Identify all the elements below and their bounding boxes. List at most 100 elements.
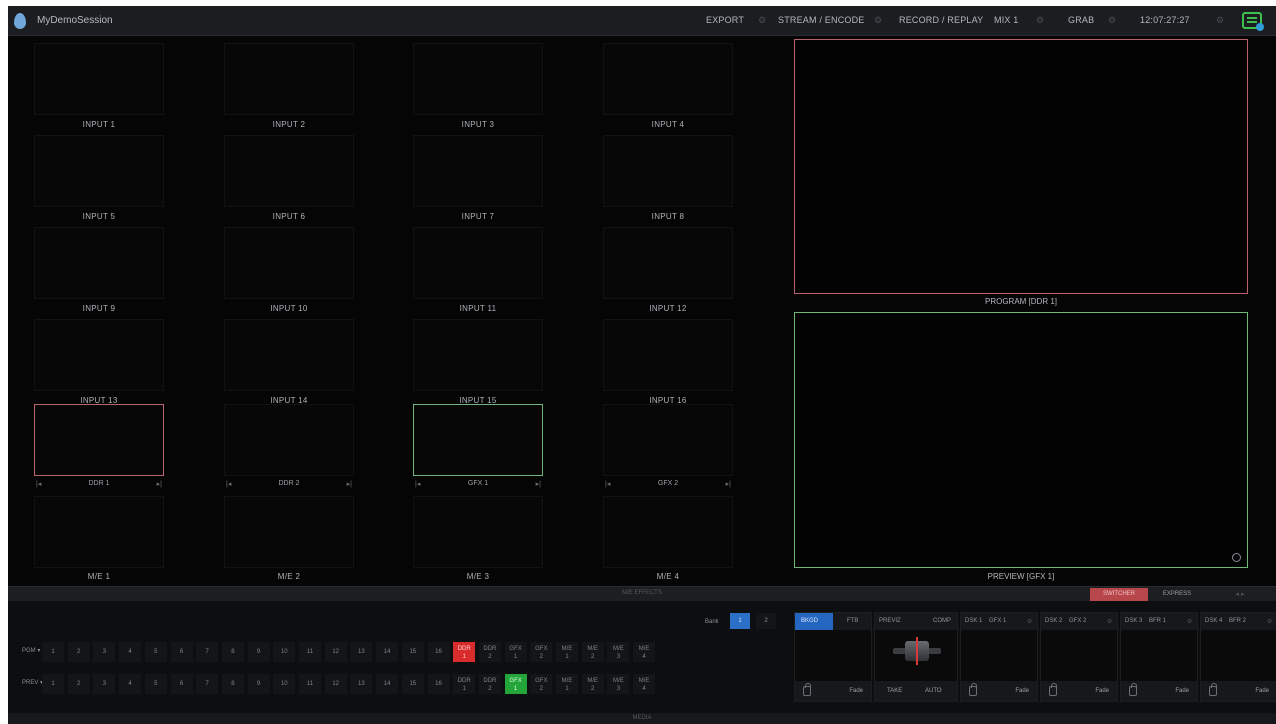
program-source-button[interactable]: M/E 2 <box>581 642 604 662</box>
me-tile[interactable] <box>603 496 733 568</box>
take-button[interactable]: TAKE <box>887 688 902 694</box>
media-player-label[interactable]: GFX 2 <box>603 480 733 487</box>
preview-monitor[interactable] <box>794 312 1248 568</box>
input-tile[interactable] <box>224 135 354 207</box>
lock-icon[interactable] <box>1049 683 1057 696</box>
preview-source-button[interactable]: M/E 1 <box>556 674 578 694</box>
media-player-label[interactable]: DDR 1 <box>34 480 164 487</box>
media-player-tile[interactable] <box>224 404 354 476</box>
dsk-config-icon[interactable]: ⚙ <box>1187 618 1192 625</box>
dsk-config-icon[interactable]: ⚙ <box>1267 618 1272 625</box>
dsk-config-icon[interactable]: ⚙ <box>1027 618 1032 625</box>
input-tile[interactable] <box>413 135 543 207</box>
input-tile[interactable] <box>603 43 733 115</box>
program-source-button[interactable]: 15 <box>401 642 424 662</box>
me-tile[interactable] <box>224 496 354 568</box>
dsk-name[interactable]: DSK 1 <box>965 618 982 624</box>
program-source-button[interactable]: 11 <box>299 642 321 662</box>
media-player-tile[interactable] <box>34 404 164 476</box>
pgm-row-label[interactable]: PGM ▾ <box>22 647 40 654</box>
preview-source-button[interactable]: M/E 2 <box>581 674 604 694</box>
program-source-button[interactable]: 5 <box>144 642 167 662</box>
tricaster-logo-icon[interactable] <box>14 13 26 29</box>
program-source-button[interactable]: DDR 1 <box>453 642 476 662</box>
tbar-slider[interactable] <box>893 637 941 665</box>
stream-config-icon[interactable]: ⚙ <box>874 15 882 26</box>
program-source-button[interactable]: M/E 1 <box>556 642 578 662</box>
input-tile[interactable] <box>413 319 543 391</box>
lock-icon[interactable] <box>1129 683 1137 696</box>
program-source-button[interactable]: 7 <box>196 642 219 662</box>
program-source-button[interactable]: 1 <box>42 642 64 662</box>
program-source-button[interactable]: 16 <box>427 642 450 662</box>
input-tile[interactable] <box>413 43 543 115</box>
input-tile[interactable] <box>603 319 733 391</box>
program-source-button[interactable]: GFX 1 <box>504 642 527 662</box>
input-tile[interactable] <box>224 227 354 299</box>
preview-source-button[interactable]: DDR 1 <box>453 674 476 694</box>
clock-config-icon[interactable]: ⚙ <box>1216 15 1224 26</box>
media-player-label[interactable]: DDR 2 <box>224 480 354 487</box>
input-tile[interactable] <box>34 227 164 299</box>
fade-button[interactable]: Fade <box>1095 688 1109 694</box>
program-source-button[interactable]: 6 <box>170 642 193 662</box>
program-source-button[interactable]: 13 <box>350 642 373 662</box>
program-source-button[interactable]: 12 <box>324 642 347 662</box>
dsk-source[interactable]: BFR 2 <box>1229 618 1246 624</box>
lock-icon[interactable] <box>969 683 977 696</box>
grab-button[interactable]: GRAB <box>1068 15 1094 25</box>
program-source-button[interactable]: M/E 3 <box>607 642 630 662</box>
preview-source-button[interactable]: 13 <box>350 674 373 694</box>
prev-row-label[interactable]: PREV ▾ <box>22 679 43 686</box>
program-source-button[interactable]: 9 <box>247 642 270 662</box>
record-replay-button[interactable]: RECORD / REPLAY <box>899 15 983 25</box>
preview-source-button[interactable]: 10 <box>273 674 296 694</box>
preview-source-button[interactable]: DDR 2 <box>478 674 501 694</box>
program-source-button[interactable]: 14 <box>376 642 399 662</box>
program-source-button[interactable]: 2 <box>67 642 90 662</box>
preview-source-button[interactable]: GFX 2 <box>530 674 553 694</box>
grab-config-icon[interactable]: ⚙ <box>1108 15 1116 26</box>
next-icon[interactable]: ▸| <box>536 480 541 488</box>
preview-source-button[interactable]: 2 <box>67 674 90 694</box>
media-tab[interactable]: MEDIA <box>8 715 1276 721</box>
fade-button[interactable]: Fade <box>1175 688 1189 694</box>
fade-button[interactable]: Fade <box>1255 688 1269 694</box>
record-config-icon[interactable]: ⚙ <box>1036 15 1044 26</box>
bank-2-button[interactable]: 2 <box>756 613 776 629</box>
lock-icon[interactable] <box>1209 683 1217 696</box>
fade-button[interactable]: Fade <box>849 688 863 694</box>
program-source-button[interactable]: 8 <box>221 642 244 662</box>
me-effects-tab[interactable]: M/E EFFECTS <box>8 590 1276 596</box>
preview-source-button[interactable]: 3 <box>93 674 116 694</box>
me-tile[interactable] <box>34 496 164 568</box>
input-tile[interactable] <box>34 319 164 391</box>
comp-button[interactable]: COMP <box>933 618 951 624</box>
program-source-button[interactable]: 3 <box>93 642 116 662</box>
chat-icon[interactable] <box>1242 12 1264 31</box>
dsk-config-icon[interactable]: ⚙ <box>1107 618 1112 625</box>
preview-source-button[interactable]: M/E 3 <box>607 674 630 694</box>
media-player-label[interactable]: GFX 1 <box>413 480 543 487</box>
program-source-button[interactable]: M/E 4 <box>633 642 656 662</box>
dsk-source[interactable]: GFX 2 <box>1069 618 1086 624</box>
preview-source-button[interactable]: 6 <box>170 674 193 694</box>
dsk-name[interactable]: DSK 2 <box>1045 618 1062 624</box>
next-icon[interactable]: ▸| <box>347 480 352 488</box>
input-tile[interactable] <box>34 43 164 115</box>
preview-source-button[interactable]: 8 <box>221 674 244 694</box>
dsk-name[interactable]: DSK 4 <box>1205 618 1222 624</box>
bank-1-button[interactable]: 1 <box>730 613 750 629</box>
program-source-button[interactable]: DDR 2 <box>478 642 501 662</box>
bkgd-button[interactable]: BKGD <box>795 613 833 630</box>
next-icon[interactable]: ▸| <box>726 480 731 488</box>
mix-output-button[interactable]: MIX 1 <box>994 15 1019 25</box>
input-tile[interactable] <box>603 135 733 207</box>
preview-source-button[interactable]: GFX 1 <box>504 674 527 694</box>
input-tile[interactable] <box>413 227 543 299</box>
preview-source-button[interactable]: 1 <box>42 674 64 694</box>
input-tile[interactable] <box>603 227 733 299</box>
preview-source-button[interactable]: 14 <box>376 674 399 694</box>
input-tile[interactable] <box>224 43 354 115</box>
previz-button[interactable]: PREVIZ <box>879 618 901 624</box>
